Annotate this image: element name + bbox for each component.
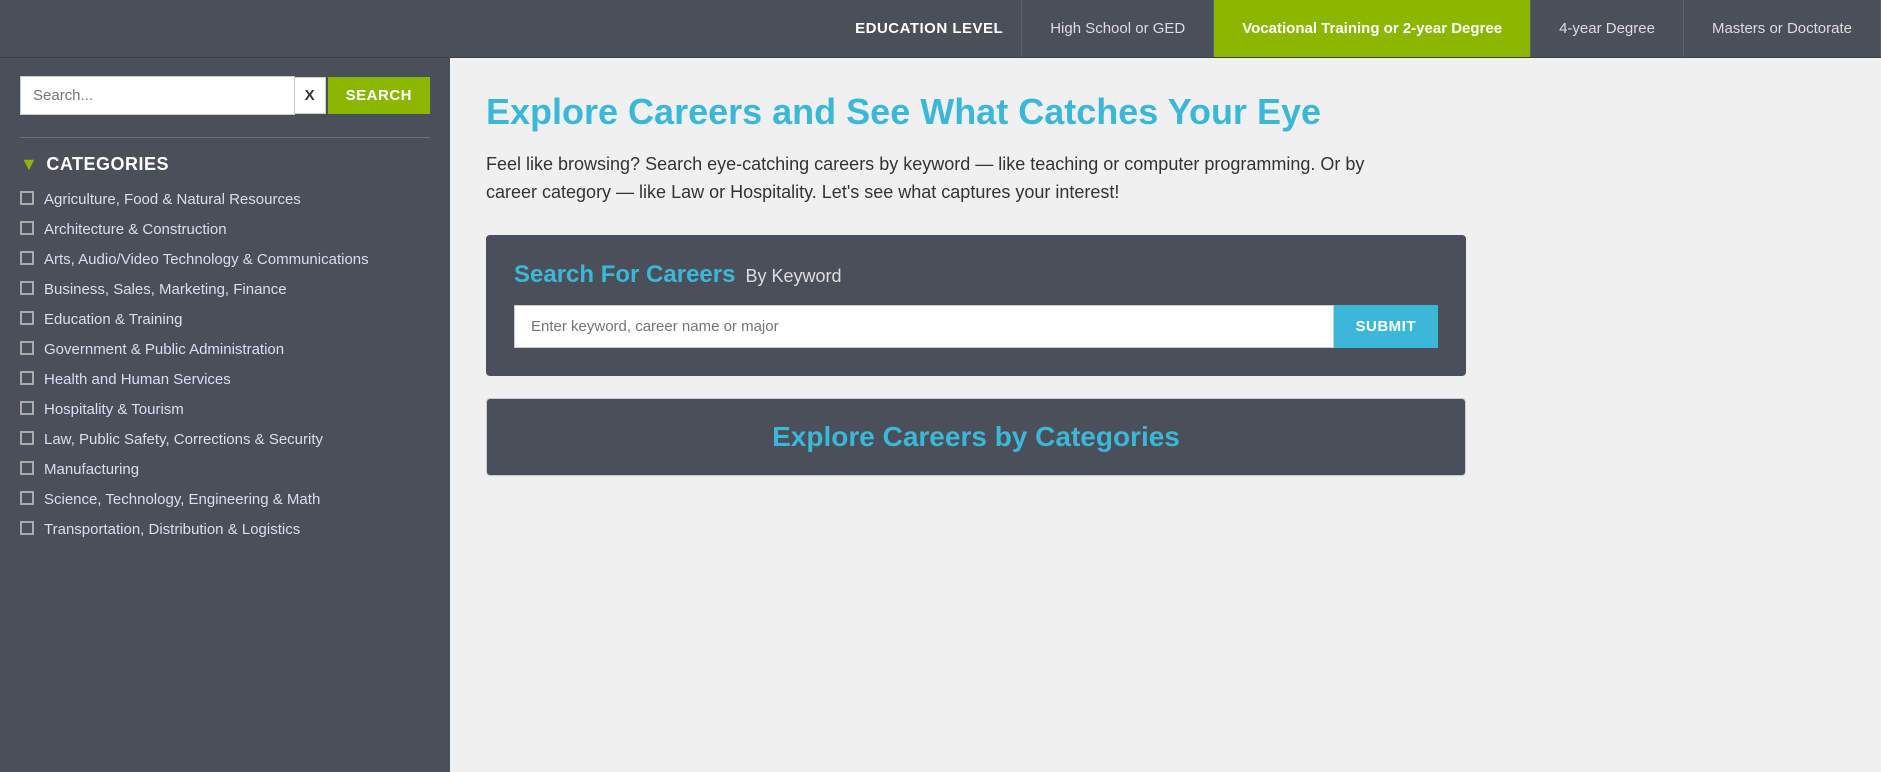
submit-button[interactable]: SUBMIT: [1334, 305, 1439, 348]
clear-button[interactable]: X: [295, 77, 326, 114]
sidebar-item-law[interactable]: Law, Public Safety, Corrections & Securi…: [20, 429, 430, 450]
category-label-health: Health and Human Services: [44, 369, 231, 390]
search-careers-box: Search For Careers By Keyword SUBMIT: [486, 235, 1466, 376]
sidebar-search-bar: X SEARCH: [20, 76, 430, 115]
category-label-manufacturing: Manufacturing: [44, 459, 139, 480]
education-level-label: EDUCATION LEVEL: [837, 0, 1022, 57]
tab-fouryear[interactable]: 4-year Degree: [1531, 0, 1684, 57]
category-label-government: Government & Public Administration: [44, 339, 284, 360]
sidebar-item-government[interactable]: Government & Public Administration: [20, 339, 430, 360]
sidebar-item-transportation[interactable]: Transportation, Distribution & Logistics: [20, 519, 430, 540]
category-label-transportation: Transportation, Distribution & Logistics: [44, 519, 300, 540]
by-keyword-label: By Keyword: [745, 266, 841, 287]
sidebar-item-stem[interactable]: Science, Technology, Engineering & Math: [20, 489, 430, 510]
sidebar-item-agriculture[interactable]: Agriculture, Food & Natural Resources: [20, 189, 430, 210]
sidebar-divider: [20, 137, 430, 138]
checkbox-business[interactable]: [20, 281, 34, 295]
categories-box-title: Explore Careers by Categories: [772, 421, 1180, 452]
checkbox-education[interactable]: [20, 311, 34, 325]
sidebar-item-business[interactable]: Business, Sales, Marketing, Finance: [20, 279, 430, 300]
sidebar-item-arts[interactable]: Arts, Audio/Video Technology & Communica…: [20, 249, 430, 270]
categories-label: CATEGORIES: [46, 154, 169, 175]
sidebar-item-hospitality[interactable]: Hospitality & Tourism: [20, 399, 430, 420]
search-careers-title: Search For Careers By Keyword: [514, 261, 1438, 289]
category-label-architecture: Architecture & Construction: [44, 219, 227, 240]
checkbox-health[interactable]: [20, 371, 34, 385]
checkbox-stem[interactable]: [20, 491, 34, 505]
keyword-input[interactable]: [514, 305, 1334, 348]
search-button[interactable]: SEARCH: [328, 77, 430, 114]
top-navigation: EDUCATION LEVEL High School or GED Vocat…: [0, 0, 1881, 58]
hero-title: Explore Careers and See What Catches You…: [486, 90, 1845, 133]
checkbox-hospitality[interactable]: [20, 401, 34, 415]
search-careers-label: Search For Careers: [514, 261, 735, 289]
checkbox-government[interactable]: [20, 341, 34, 355]
category-label-business: Business, Sales, Marketing, Finance: [44, 279, 287, 300]
checkbox-transportation[interactable]: [20, 521, 34, 535]
category-label-hospitality: Hospitality & Tourism: [44, 399, 184, 420]
tab-masters[interactable]: Masters or Doctorate: [1684, 0, 1881, 57]
checkbox-arts[interactable]: [20, 251, 34, 265]
checkbox-law[interactable]: [20, 431, 34, 445]
category-label-arts: Arts, Audio/Video Technology & Communica…: [44, 249, 369, 270]
checkbox-architecture[interactable]: [20, 221, 34, 235]
category-label-agriculture: Agriculture, Food & Natural Resources: [44, 189, 301, 210]
main-layout: X SEARCH ▼ CATEGORIES Agriculture, Food …: [0, 58, 1881, 772]
tab-highschool[interactable]: High School or GED: [1022, 0, 1214, 57]
categories-box: Explore Careers by Categories: [486, 398, 1466, 476]
category-label-law: Law, Public Safety, Corrections & Securi…: [44, 429, 323, 450]
hero-description: Feel like browsing? Search eye-catching …: [486, 151, 1406, 207]
search-input[interactable]: [20, 76, 295, 115]
category-label-education: Education & Training: [44, 309, 182, 330]
category-list: Agriculture, Food & Natural Resources Ar…: [20, 189, 430, 540]
checkbox-agriculture[interactable]: [20, 191, 34, 205]
content-area: Explore Careers and See What Catches You…: [450, 58, 1881, 772]
search-careers-row: SUBMIT: [514, 305, 1438, 348]
tab-vocational[interactable]: Vocational Training or 2-year Degree: [1214, 0, 1531, 57]
categories-header: ▼ CATEGORIES: [20, 154, 430, 175]
category-label-stem: Science, Technology, Engineering & Math: [44, 489, 320, 510]
sidebar-item-architecture[interactable]: Architecture & Construction: [20, 219, 430, 240]
sidebar-item-education[interactable]: Education & Training: [20, 309, 430, 330]
sidebar-item-manufacturing[interactable]: Manufacturing: [20, 459, 430, 480]
sidebar-item-health[interactable]: Health and Human Services: [20, 369, 430, 390]
caret-icon: ▼: [20, 154, 38, 175]
categories-box-header: Explore Careers by Categories: [487, 399, 1465, 475]
checkbox-manufacturing[interactable]: [20, 461, 34, 475]
sidebar: X SEARCH ▼ CATEGORIES Agriculture, Food …: [0, 58, 450, 772]
